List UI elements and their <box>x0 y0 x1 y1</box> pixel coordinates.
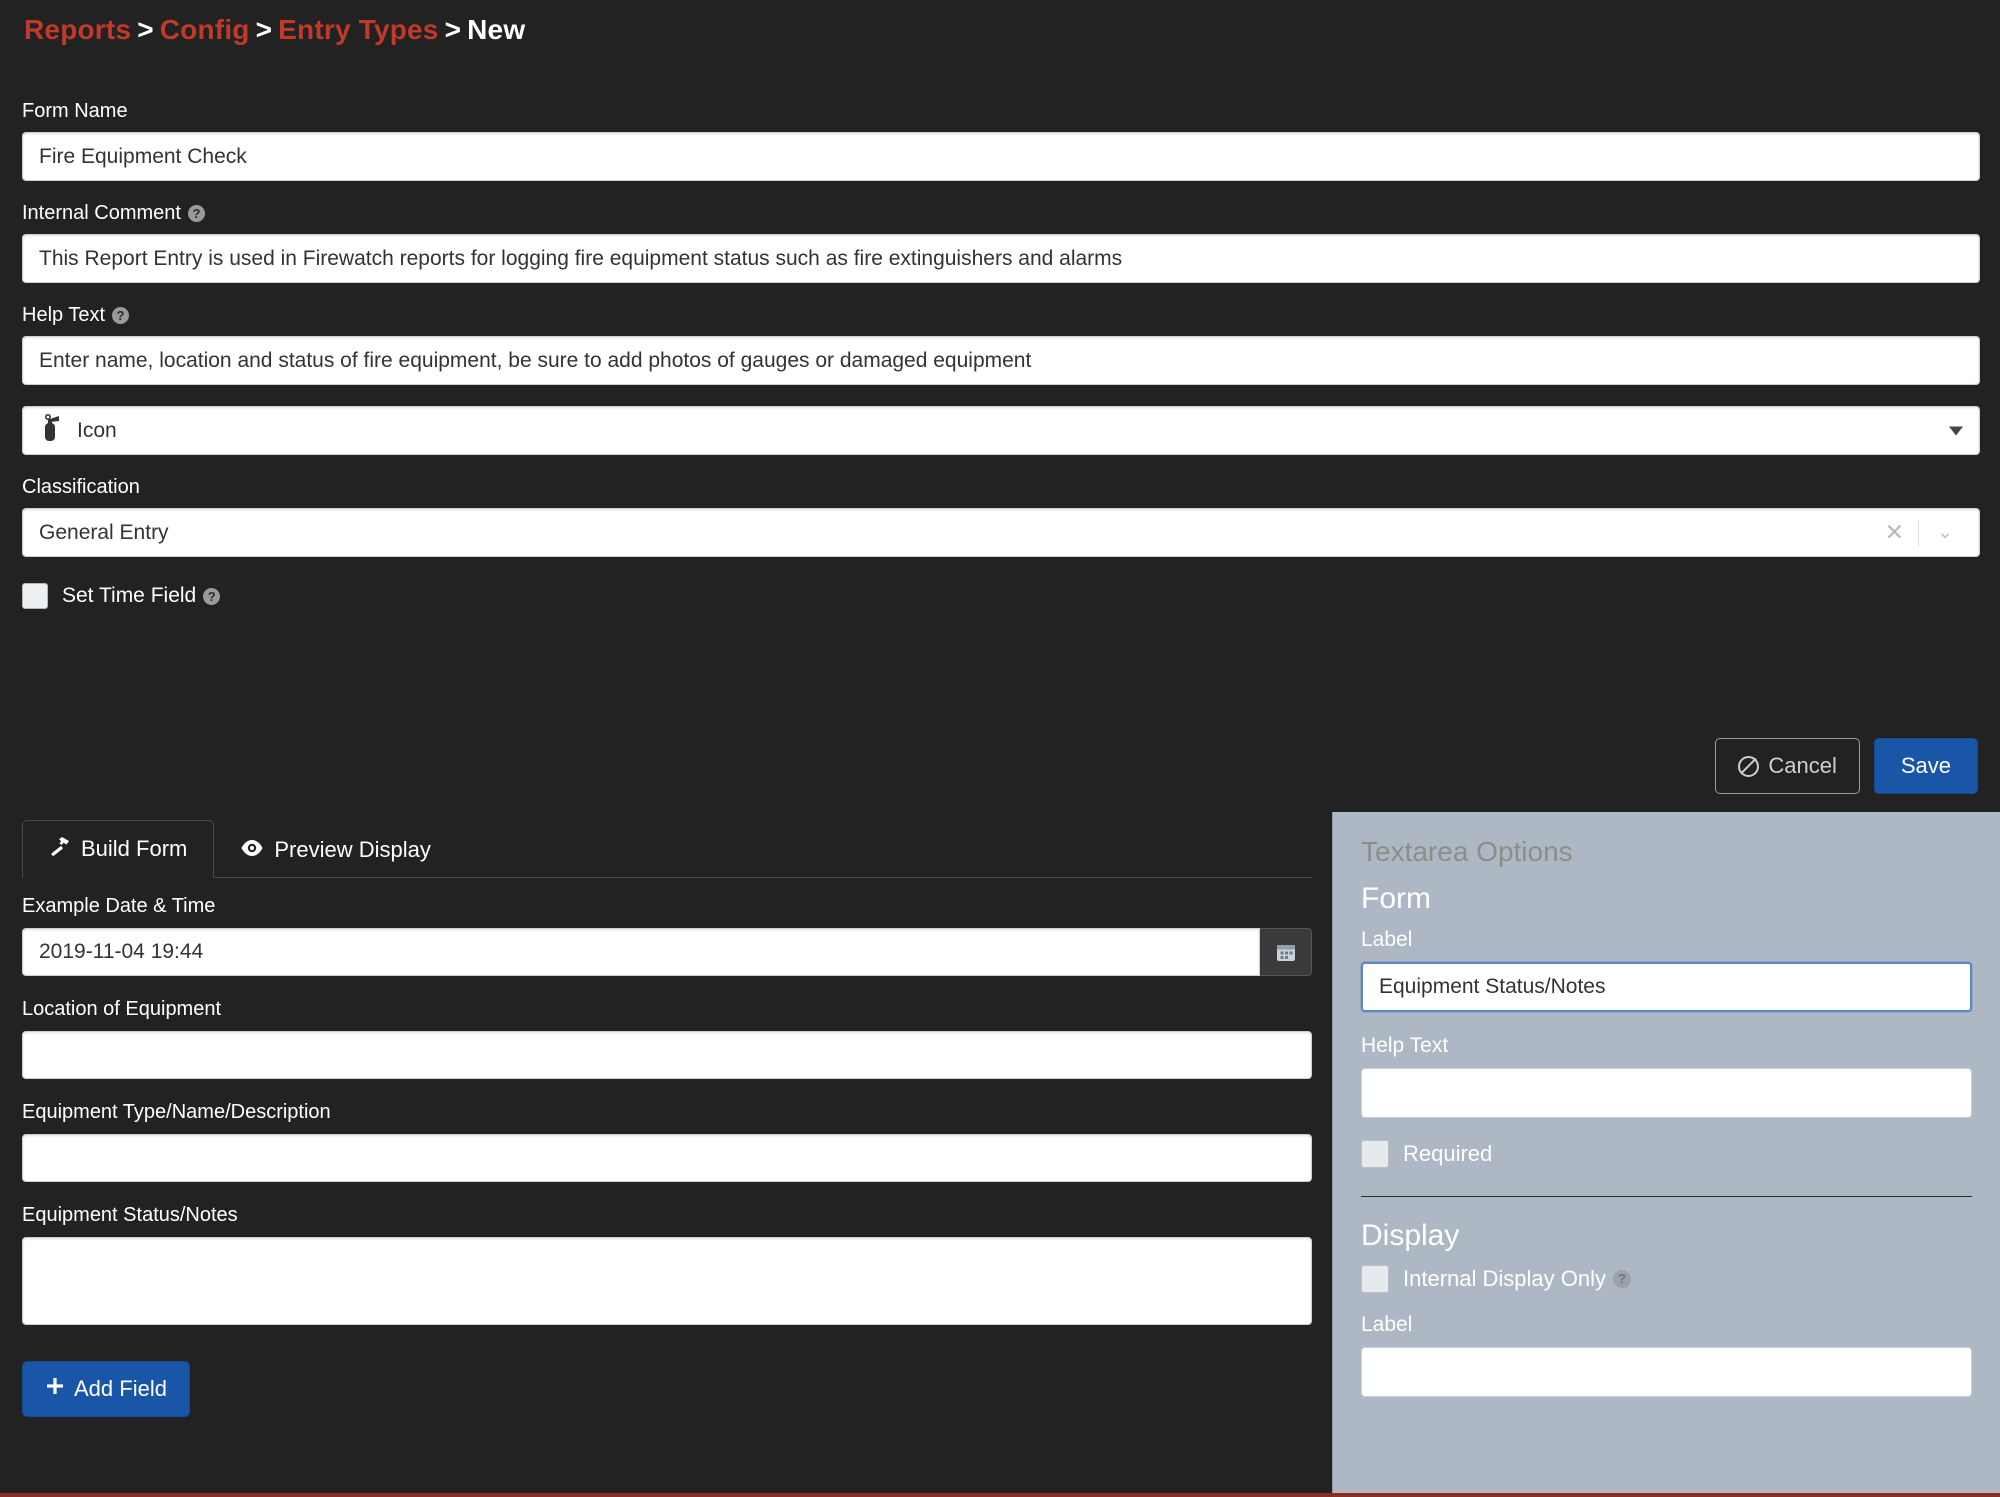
options-display-label-group: Label <box>1361 1313 1972 1397</box>
options-form-label-input[interactable]: Equipment Status/Notes <box>1361 962 1972 1012</box>
help-icon[interactable]: ? <box>112 307 130 324</box>
breadcrumb-link-entry-types[interactable]: Entry Types <box>278 14 438 45</box>
field-group-equipment-status: Equipment Status/Notes <box>22 1204 1312 1325</box>
tab-preview-display-label: Preview Display <box>274 837 431 862</box>
breadcrumb-link-reports[interactable]: Reports <box>24 14 131 45</box>
classification-value: General Entry <box>39 520 169 544</box>
options-display-section-heading: Display <box>1361 1219 1460 1252</box>
help-icon[interactable]: ? <box>187 205 205 222</box>
internal-display-only-checkbox[interactable] <box>1361 1265 1389 1293</box>
options-divider <box>1361 1196 1972 1197</box>
options-form-section-heading: Form <box>1361 882 1431 915</box>
location-input[interactable] <box>22 1031 1312 1079</box>
icon-select-value: Icon <box>77 418 117 442</box>
save-button[interactable]: Save <box>1873 738 1978 794</box>
options-display-label-input[interactable] <box>1361 1347 1972 1397</box>
classification-select[interactable]: General Entry ✕ ⌄ <box>22 508 1980 557</box>
field-group-datetime: Example Date & Time 2019-11-04 19:44 <box>22 895 1312 976</box>
field-options-panel: Textarea Options Form Label Equipment St… <box>1332 812 2000 1497</box>
options-form-label-group: Label Equipment Status/Notes <box>1361 928 1972 1012</box>
tab-preview-display[interactable]: Preview Display <box>214 823 457 877</box>
breadcrumb: Reports > Config > Entry Types > New <box>24 14 525 46</box>
help-icon[interactable]: ? <box>1612 1270 1631 1288</box>
calendar-icon[interactable] <box>1260 928 1312 976</box>
equipment-status-textarea[interactable] <box>22 1237 1312 1325</box>
bottom-accent-rule <box>0 1493 2000 1497</box>
equipment-type-input[interactable] <box>22 1134 1312 1182</box>
options-form-helptext-input[interactable] <box>1361 1068 1972 1118</box>
options-form-label-caption: Label <box>1361 928 1413 951</box>
help-text-input[interactable]: Enter name, location and status of fire … <box>22 336 1980 385</box>
internal-display-only-label-text: Internal Display Only <box>1403 1266 1606 1291</box>
internal-comment-group: Internal Comment ? This Report Entry is … <box>22 202 1980 283</box>
field-group-equipment-type: Equipment Type/Name/Description <box>22 1101 1312 1182</box>
fire-extinguisher-icon <box>37 413 63 448</box>
breadcrumb-separator: > <box>255 14 273 45</box>
hammer-icon <box>49 835 71 863</box>
eye-icon <box>240 837 264 863</box>
options-form-helptext-caption: Help Text <box>1361 1034 1449 1057</box>
breadcrumb-current: New <box>467 14 526 45</box>
builder-tabs: Build Form Preview Display <box>22 820 1312 878</box>
clear-icon[interactable]: ✕ <box>1871 521 1918 544</box>
datetime-input[interactable]: 2019-11-04 19:44 <box>22 928 1260 976</box>
field-label-location: Location of Equipment <box>22 998 222 1020</box>
set-time-field-checkbox[interactable] <box>22 583 48 609</box>
classification-label: Classification <box>22 476 1980 499</box>
help-text-label-text: Help Text <box>22 304 106 326</box>
required-label: Required <box>1403 1141 1493 1166</box>
breadcrumb-separator: > <box>137 14 154 45</box>
icon-select-group: Icon <box>22 406 1980 455</box>
internal-comment-input[interactable]: This Report Entry is used in Firewatch r… <box>22 234 1980 283</box>
internal-comment-label-text: Internal Comment <box>22 202 181 224</box>
breadcrumb-separator: > <box>444 14 462 45</box>
help-text-group: Help Text ? Enter name, location and sta… <box>22 304 1980 385</box>
cancel-button-label: Cancel <box>1768 753 1837 778</box>
entry-type-settings-form: Form Name Fire Equipment Check Internal … <box>22 100 1980 609</box>
field-label-datetime: Example Date & Time <box>22 895 216 917</box>
set-time-field-row[interactable]: Set Time Field ? <box>22 583 1980 609</box>
plus-icon <box>45 1376 65 1402</box>
field-group-location: Location of Equipment <box>22 998 1312 1079</box>
field-label-equipment-type: Equipment Type/Name/Description <box>22 1101 331 1123</box>
add-field-button[interactable]: Add Field <box>22 1361 190 1417</box>
chevron-down-icon[interactable]: ⌄ <box>1919 521 1969 544</box>
form-name-label: Form Name <box>22 100 1980 123</box>
add-field-button-label: Add Field <box>74 1376 167 1401</box>
cancel-button[interactable]: Cancel <box>1715 738 1860 794</box>
options-panel-title: Textarea Options <box>1361 836 1573 867</box>
field-label-equipment-status: Equipment Status/Notes <box>22 1204 238 1226</box>
options-form-helptext-group: Help Text <box>1361 1034 1972 1118</box>
build-form-panel: Example Date & Time 2019-11-04 19:44 Loc… <box>22 895 1312 1417</box>
help-text-label: Help Text ? <box>22 304 1980 327</box>
save-button-label: Save <box>1900 753 1951 778</box>
internal-display-only-label: Internal Display Only ? <box>1403 1266 1631 1292</box>
required-row[interactable]: Required <box>1361 1140 1972 1168</box>
app-page: Reports > Config > Entry Types > New Form Name… <box>0 0 2000 1497</box>
chevron-down-icon[interactable] <box>1949 426 1963 435</box>
internal-comment-label: Internal Comment ? <box>22 202 1980 225</box>
options-display-label-caption: Label <box>1361 1313 1413 1336</box>
no-entry-icon <box>1738 755 1760 777</box>
set-time-field-label-text: Set Time Field <box>62 584 197 607</box>
breadcrumb-link-config[interactable]: Config <box>160 14 250 45</box>
icon-select[interactable]: Icon <box>22 406 1980 455</box>
classification-group: Classification General Entry ✕ ⌄ <box>22 476 1980 557</box>
datetime-input-wrapper: 2019-11-04 19:44 <box>22 928 1312 976</box>
internal-display-only-row[interactable]: Internal Display Only ? <box>1361 1265 1972 1293</box>
required-checkbox[interactable] <box>1361 1140 1389 1168</box>
tab-build-form-label: Build Form <box>81 836 188 861</box>
form-name-group: Form Name Fire Equipment Check <box>22 100 1980 181</box>
classification-label-text: Classification <box>22 476 140 498</box>
set-time-field-label: Set Time Field ? <box>62 584 221 608</box>
form-name-label-text: Form Name <box>22 100 128 122</box>
help-icon[interactable]: ? <box>203 587 221 605</box>
form-actions: Cancel Save <box>1715 738 1978 794</box>
form-name-input[interactable]: Fire Equipment Check <box>22 132 1980 181</box>
tab-build-form[interactable]: Build Form <box>22 820 215 878</box>
